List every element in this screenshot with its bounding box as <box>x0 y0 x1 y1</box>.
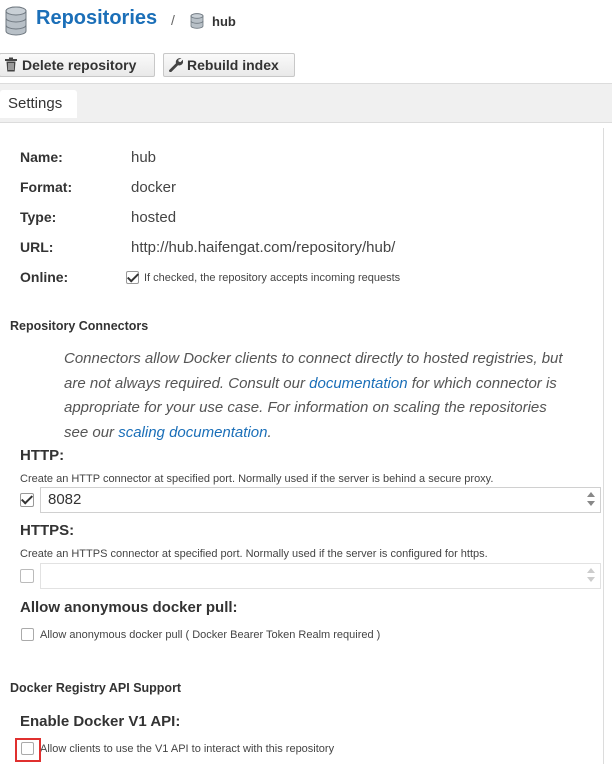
settings-form <box>0 128 604 764</box>
breadcrumb-current: hub <box>212 14 236 29</box>
documentation-link[interactable]: documentation <box>309 375 407 392</box>
rebuild-index-label: Rebuild index <box>187 57 279 73</box>
v1-api-label: Enable Docker V1 API: <box>20 713 181 730</box>
delete-repository-label: Delete repository <box>22 57 137 73</box>
tab-settings[interactable]: Settings <box>0 90 77 118</box>
anonymous-pull-help-text: Allow anonymous docker pull ( Docker Bea… <box>40 629 381 641</box>
api-support-heading: Docker Registry API Support <box>10 681 182 695</box>
rebuild-index-button[interactable]: Rebuild index <box>163 53 295 77</box>
spinner-icon[interactable] <box>587 492 595 508</box>
online-checkbox[interactable] <box>126 271 139 284</box>
v1-api-help-text: Allow clients to use the V1 API to inter… <box>40 743 335 755</box>
type-value: hosted <box>131 209 177 226</box>
highlight-annotation <box>15 738 41 762</box>
https-enable-checkbox[interactable] <box>20 569 34 583</box>
format-value: docker <box>131 179 177 196</box>
trash-icon <box>4 57 18 75</box>
http-label: HTTP: <box>20 447 65 464</box>
online-label: Online: <box>20 269 69 285</box>
url-value: http://hub.haifengat.com/repository/hub/ <box>131 239 396 256</box>
database-icon <box>4 6 28 41</box>
https-port-input[interactable] <box>40 563 601 589</box>
repository-connectors-heading: Repository Connectors <box>10 319 149 333</box>
https-label: HTTPS: <box>20 522 75 539</box>
spinner-icon[interactable] <box>587 568 595 584</box>
http-help-text: Create an HTTP connector at specified po… <box>20 473 494 485</box>
breadcrumb-separator: / <box>171 12 175 28</box>
database-icon <box>190 13 204 34</box>
name-label: Name: <box>20 149 63 165</box>
url-label: URL: <box>20 239 54 255</box>
connectors-help-text: Connectors allow Docker clients to conne… <box>64 350 563 441</box>
format-label: Format: <box>20 179 73 195</box>
anonymous-pull-checkbox[interactable] <box>21 628 34 641</box>
http-port-value: 8082 <box>48 491 82 508</box>
scaling-documentation-link[interactable]: scaling documentation <box>118 424 267 441</box>
breadcrumb-repositories-link[interactable]: Repositories <box>36 7 157 30</box>
tab-strip: Settings <box>0 83 612 123</box>
wrench-icon <box>168 57 184 75</box>
http-port-input[interactable]: 8082 <box>40 487 601 513</box>
breadcrumb: Repositories / hub <box>0 0 612 46</box>
online-help-text: If checked, the repository accepts incom… <box>144 272 401 284</box>
http-enable-checkbox[interactable] <box>20 493 34 507</box>
delete-repository-button[interactable]: Delete repository <box>0 53 155 77</box>
anonymous-pull-label: Allow anonymous docker pull: <box>20 599 238 616</box>
https-help-text: Create an HTTPS connector at specified p… <box>20 548 488 560</box>
type-label: Type: <box>20 209 57 225</box>
name-value: hub <box>131 149 157 166</box>
